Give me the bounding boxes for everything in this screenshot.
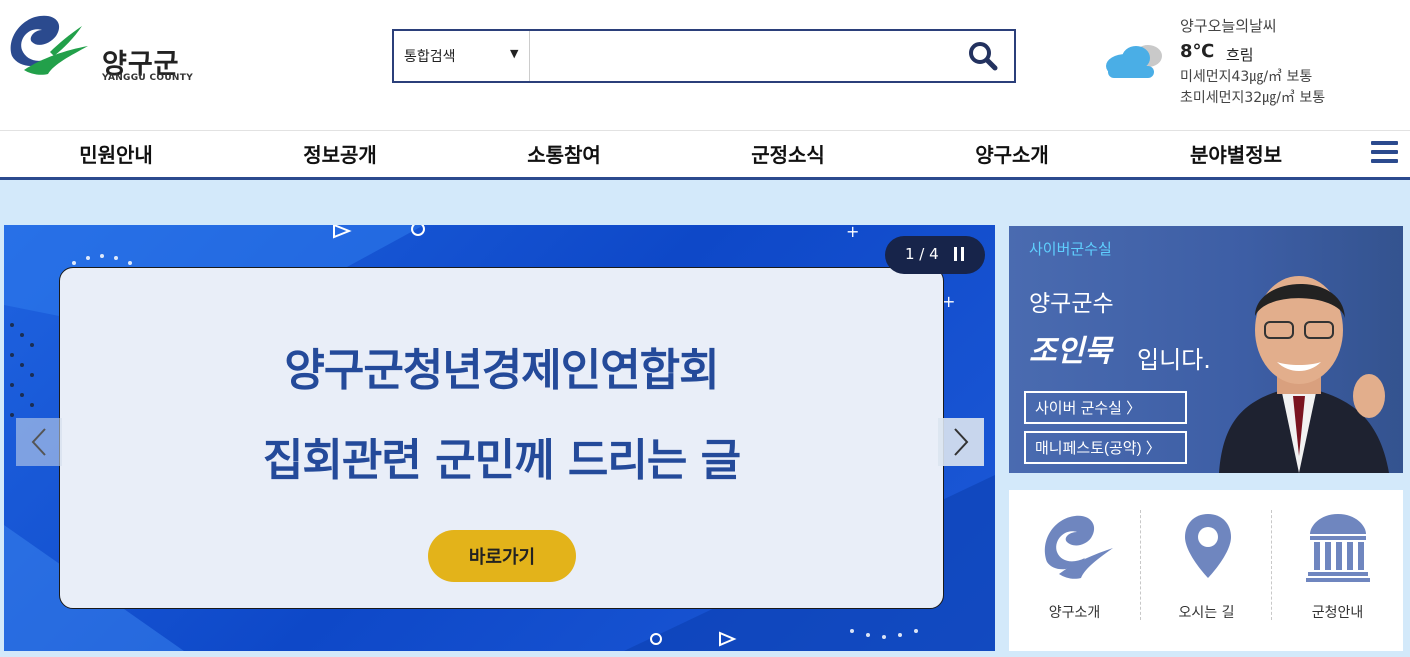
main-nav: 민원안내 정보공개 소통참여 군정소식 양구소개 분야별정보 [0,130,1410,180]
search-button[interactable] [952,31,1014,81]
nav-item-about-yanggu[interactable]: 양구소개 [932,139,1092,168]
weather-label: 양구오늘의날씨 [1180,17,1277,35]
quick-link-office-guide[interactable]: 군청안내 [1272,490,1403,651]
cyber-mayor-office-button[interactable]: 사이버 군수실 〉 [1024,391,1187,424]
slide-counter-text: 1 / 4 [905,245,939,263]
building-icon [1306,514,1370,582]
mayor-portrait [1219,276,1389,473]
pause-icon[interactable] [949,246,969,264]
banner-go-button[interactable]: 바로가기 [428,530,576,582]
main-banner-slider: + + 양구군청년경제인연합회 집회관련 군민께 드리는 글 바로가기 1 / … [4,225,995,651]
banner-headline-1: 양구군청년경제인연합회 [284,345,719,396]
weather-condition: 흐림 [1226,46,1254,64]
quick-links: 양구소개 오시는 길 군청안내 [1009,490,1403,651]
weather-temperature: 8℃ [1180,41,1215,62]
cyber-mayor-panel: 사이버군수실 양구군수 조인묵 입니다. 사이버 군수실 〉 매니페스토(공약)… [1009,226,1403,473]
header: 양구군 YANGGU COUNTY 통합검색 ▼ 양구오늘의날씨 8℃ 흐림 미… [0,0,1410,130]
search-input[interactable] [531,31,951,81]
quick-link-about[interactable]: 양구소개 [1009,490,1140,651]
mayor-panel-tag: 사이버군수실 [1029,240,1112,258]
search-scope-value: 통합검색 [404,49,456,65]
svg-text:+: + [942,292,955,311]
search-bar: 통합검색 ▼ [392,29,1016,83]
banner-headline-2: 집회관련 군민께 드리는 글 [262,435,741,486]
manifesto-button[interactable]: 매니페스토(공약) 〉 [1024,431,1187,464]
fine-dust-reading: 미세먼지43㎍/㎥ 보통 [1180,69,1313,85]
mayor-name-suffix: 입니다. [1137,346,1211,374]
nav-item-county-news[interactable]: 군정소식 [708,139,868,168]
weather-widget: 양구오늘의날씨 8℃ 흐림 미세먼지43㎍/㎥ 보통 초미세먼지32㎍/㎥ 보통 [1100,12,1400,122]
chevron-left-icon [31,428,46,456]
logo-subtitle: YANGGU COUNTY [102,73,194,83]
svg-text:+: + [846,225,859,241]
nav-item-participation[interactable]: 소통참여 [484,139,644,168]
quick-link-label: 양구소개 [1048,605,1101,621]
slide-next-button[interactable] [938,418,984,466]
banner-card: 양구군청년경제인연합회 집회관련 군민께 드리는 글 바로가기 [59,267,944,609]
search-icon [969,42,998,71]
mayor-name: 조인묵 [1029,334,1112,369]
site-logo[interactable]: 양구군 YANGGU COUNTY [4,12,204,84]
logo-emblem-icon [10,15,88,75]
chevron-right-icon [954,428,969,456]
location-pin-icon [1185,514,1231,578]
slide-prev-button[interactable] [16,418,62,466]
nav-item-information[interactable]: 정보공개 [260,139,420,168]
quick-link-label: 오시는 길 [1178,605,1235,621]
mayor-title: 양구군수 [1029,291,1114,317]
quick-link-label: 군청안내 [1311,605,1364,621]
county-logo-icon [1044,515,1113,579]
nav-item-civil-affairs[interactable]: 민원안내 [36,139,196,168]
chevron-down-icon: ▼ [510,47,519,60]
quick-link-directions[interactable]: 오시는 길 [1141,490,1272,651]
ultrafine-dust-reading: 초미세먼지32㎍/㎥ 보통 [1180,90,1326,106]
slide-counter: 1 / 4 [885,236,985,274]
search-scope-select[interactable]: 통합검색 ▼ [394,31,530,81]
hamburger-menu-icon[interactable] [1371,141,1399,169]
nav-item-field-info[interactable]: 분야별정보 [1156,139,1316,168]
cloud-icon [1106,45,1162,78]
